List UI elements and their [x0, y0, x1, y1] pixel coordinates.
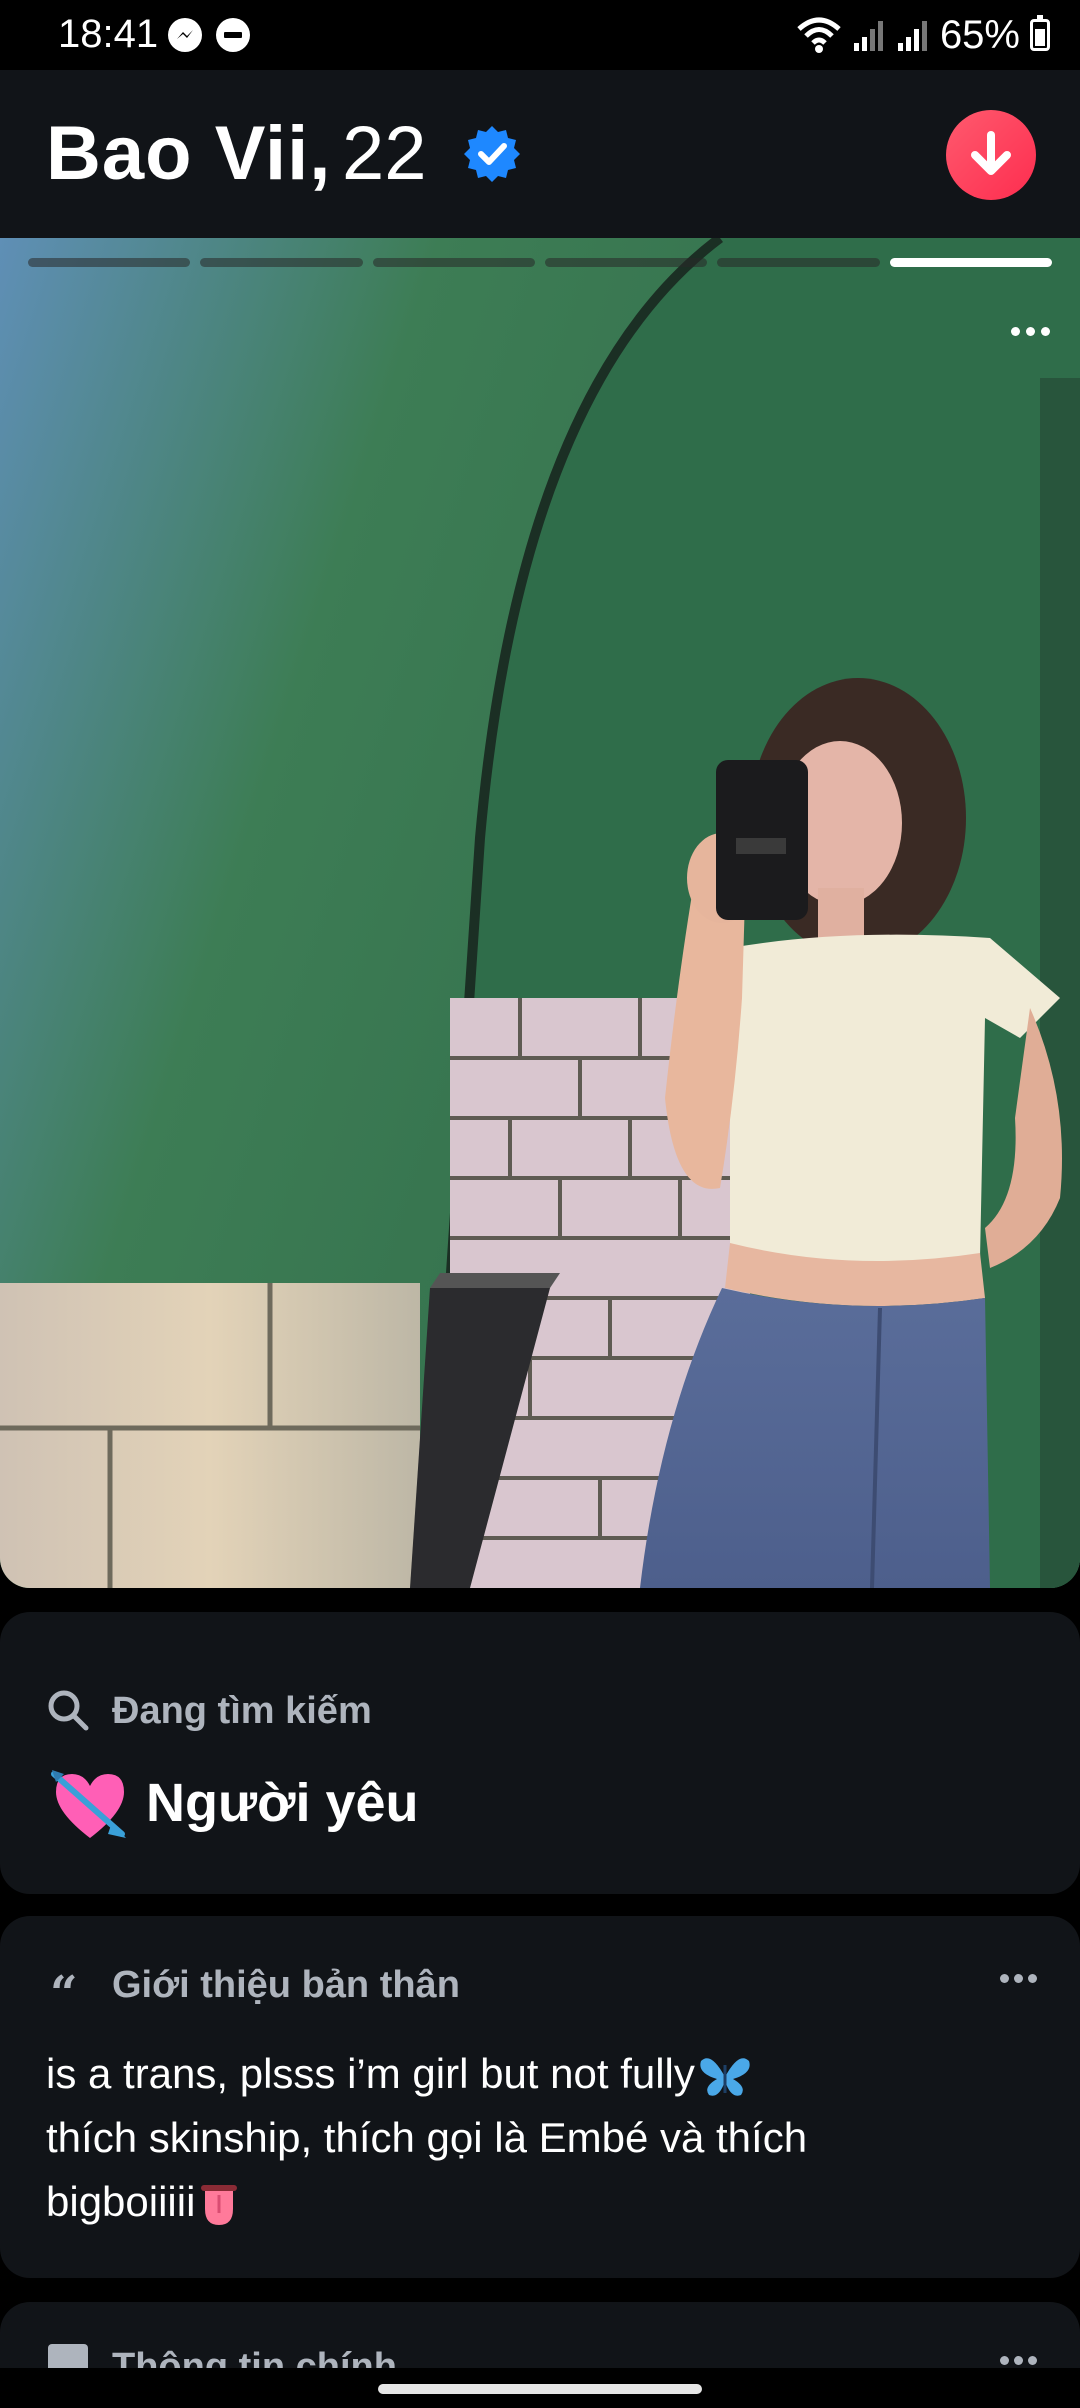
quote-icon: “ — [50, 1966, 78, 2022]
about-text: is a trans, plsss i’m girl but not fully… — [46, 2042, 1006, 2234]
profile-age: 22 — [342, 111, 427, 196]
status-time: 18:41 — [58, 12, 159, 56]
photo-progress-segment[interactable] — [200, 258, 363, 267]
battery-fill — [1035, 29, 1045, 46]
looking-for-card: Đang tìm kiếm Người yêu — [0, 1612, 1080, 1894]
photo-progress-segment[interactable] — [28, 258, 191, 267]
photo-progress-segment[interactable] — [372, 258, 535, 267]
looking-for-value: Người yêu — [146, 1773, 419, 1833]
status-bar: 18:41 65% — [0, 0, 1080, 70]
photo-progress-bar — [28, 258, 1052, 267]
system-navigation-bar — [0, 2368, 1080, 2408]
about-line-text: bigboiiiii — [46, 2178, 196, 2225]
home-indicator[interactable] — [378, 2384, 702, 2394]
about-line: bigboiiiii — [46, 2170, 1006, 2234]
butterfly-icon — [700, 2058, 750, 2096]
battery-icon — [1030, 15, 1050, 51]
photo-image — [0, 238, 1080, 1588]
signal-icon — [853, 21, 883, 51]
profile-header: Bao Vii, 22 — [0, 70, 1080, 238]
dnd-icon — [216, 18, 250, 52]
tongue-icon — [201, 2184, 238, 2225]
verified-badge-icon — [464, 126, 520, 182]
collapse-profile-button[interactable] — [946, 110, 1036, 200]
status-right: 65% — [796, 12, 1050, 58]
profile-photo[interactable] — [0, 238, 1080, 1588]
signal-icon — [897, 21, 927, 51]
about-line: is a trans, plsss i’m girl but not fully — [46, 2042, 1006, 2106]
messenger-icon — [168, 18, 202, 52]
about-line-text: is a trans, plsss i’m girl but not fully — [46, 2050, 695, 2097]
about-card: “ Giới thiệu bản thân is a trans, plsss … — [0, 1916, 1080, 2278]
about-line: thích skinship, thích gọi là Embé và thí… — [46, 2114, 808, 2161]
profile-name: Bao Vii, — [46, 111, 332, 196]
photo-more-button[interactable] — [1000, 316, 1060, 346]
battery-percent: 65% — [939, 12, 1020, 57]
photo-progress-segment[interactable] — [889, 258, 1052, 267]
heart-with-arrow-icon — [51, 1770, 126, 1838]
about-label: Giới thiệu bản thân — [112, 1964, 460, 2006]
photo-progress-segment[interactable] — [717, 258, 880, 267]
arrow-down-icon — [971, 131, 1011, 175]
looking-for-label: Đang tìm kiếm — [112, 1690, 372, 1732]
wifi-icon — [797, 17, 841, 53]
photo-progress-segment[interactable] — [544, 258, 708, 267]
about-more-button[interactable] — [1000, 1968, 1050, 1988]
basic-info-more-button[interactable] — [1000, 2350, 1050, 2370]
search-icon — [48, 1690, 89, 1731]
